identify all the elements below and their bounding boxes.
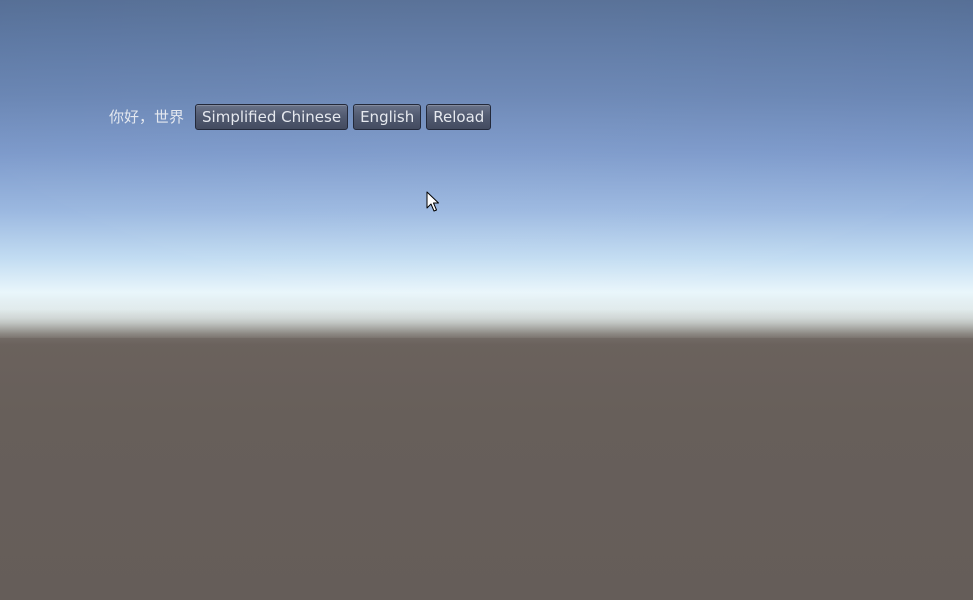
reload-button[interactable]: Reload xyxy=(426,104,492,130)
english-button[interactable]: English xyxy=(353,104,422,130)
skybox xyxy=(0,0,973,340)
greeting-label: 你好，世界 xyxy=(109,108,185,126)
ground-plane xyxy=(0,338,973,600)
game-viewport[interactable]: 你好，世界 Simplified Chinese English Reload xyxy=(0,0,973,600)
mouse-cursor-icon xyxy=(426,191,439,212)
localization-gui: 你好，世界 Simplified Chinese English Reload xyxy=(109,104,496,130)
horizon xyxy=(0,300,973,345)
simplified-chinese-button[interactable]: Simplified Chinese xyxy=(195,104,349,130)
